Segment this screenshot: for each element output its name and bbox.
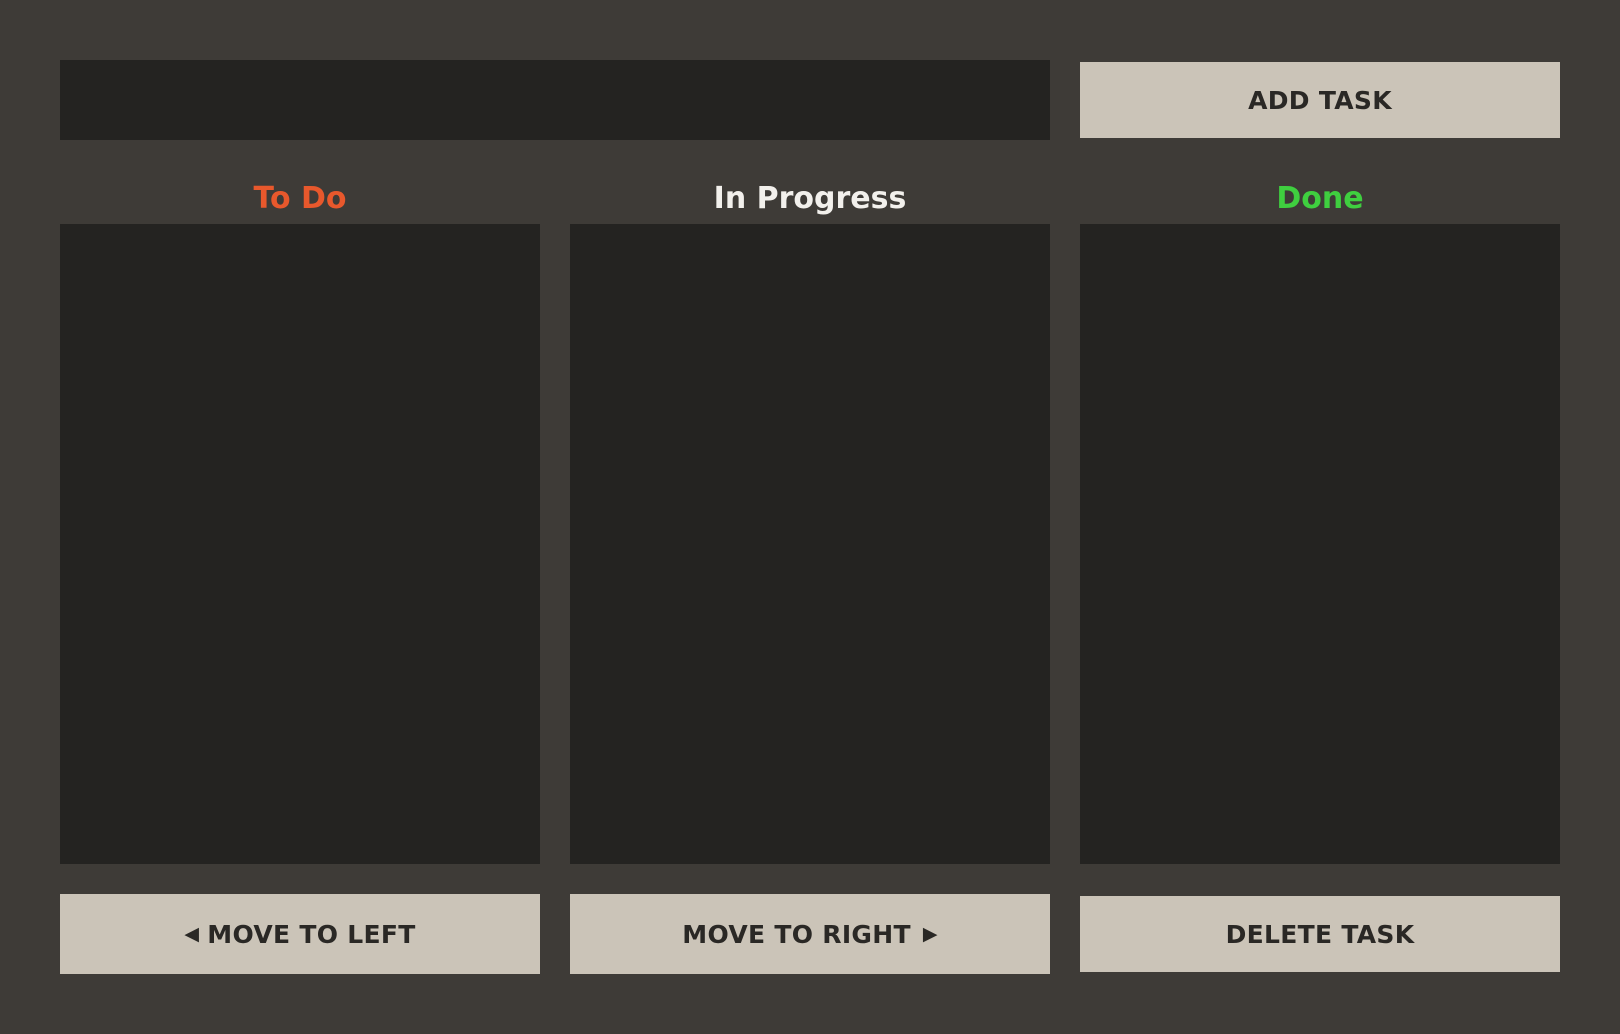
task-input[interactable]	[60, 60, 1050, 140]
move-to-left-label: MOVE TO LEFT	[207, 919, 416, 949]
move-to-right-label: MOVE TO RIGHT	[682, 919, 911, 949]
todo-task-list[interactable]	[60, 224, 540, 864]
delete-task-label: DELETE TASK	[1225, 919, 1415, 949]
done-task-list[interactable]	[1080, 224, 1560, 864]
delete-task-button[interactable]: DELETE TASK	[1080, 896, 1560, 972]
in-progress-task-list[interactable]	[570, 224, 1050, 864]
arrow-left-icon: ◀	[184, 923, 200, 945]
move-to-right-button[interactable]: MOVE TO RIGHT ▶	[570, 894, 1050, 974]
kanban-window: ADD TASK To Do In Progress Done ◀ MOVE T…	[0, 0, 1620, 1034]
add-task-label: ADD TASK	[1248, 85, 1392, 115]
move-to-left-button[interactable]: ◀ MOVE TO LEFT	[60, 894, 540, 974]
add-task-button[interactable]: ADD TASK	[1080, 62, 1560, 138]
column-title-done: Done	[1276, 181, 1364, 216]
column-title-in-progress: In Progress	[713, 181, 907, 216]
arrow-right-icon: ▶	[922, 923, 938, 945]
column-title-todo: To Do	[253, 181, 347, 216]
